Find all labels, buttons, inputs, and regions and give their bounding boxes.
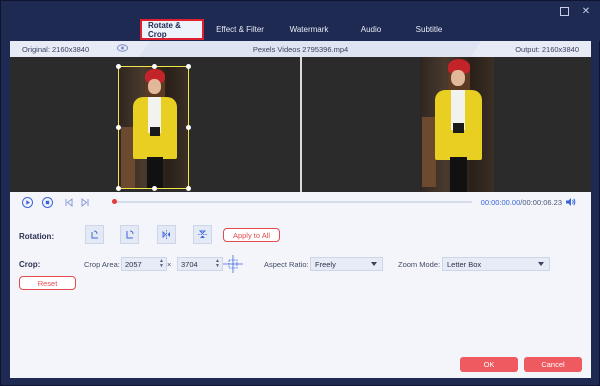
- tab-subtitle[interactable]: Subtitle: [400, 19, 458, 40]
- previous-frame-icon[interactable]: [64, 197, 74, 208]
- stop-icon[interactable]: [42, 197, 53, 208]
- playback-bar: 00:00:00.00/00:00:06.23: [10, 192, 591, 212]
- center-crop-icon[interactable]: [223, 255, 243, 273]
- crop-height-value: 3704: [181, 259, 198, 269]
- aspect-ratio-label: Aspect Ratio:: [264, 260, 309, 269]
- crop-label: Crop:: [19, 260, 41, 269]
- crop-width-input[interactable]: 2057 ▲ ▼: [121, 257, 167, 271]
- preview-area: [10, 57, 591, 192]
- info-bar: Original: 2160x3840 Pexels Videos 279539…: [10, 41, 591, 57]
- crop-frame[interactable]: [116, 64, 191, 191]
- tab-effect-filter[interactable]: Effect & Filter: [204, 19, 276, 40]
- flip-vertical-icon: [198, 230, 207, 238]
- zoom-mode-select[interactable]: Letter Box: [442, 257, 550, 271]
- aspect-ratio-select[interactable]: Freely: [310, 257, 383, 271]
- ok-button[interactable]: OK: [460, 357, 518, 372]
- height-spinner-icon[interactable]: ▲ ▼: [215, 259, 220, 269]
- crop-area-label: Crop Area:: [84, 260, 120, 269]
- flip-horizontal-button[interactable]: [157, 225, 176, 244]
- rotation-label: Rotation:: [19, 232, 55, 241]
- title-bar: Rotate & Crop Effect & Filter Watermark …: [1, 1, 600, 41]
- width-spinner-icon[interactable]: ▲ ▼: [159, 259, 164, 269]
- progress-track[interactable]: [112, 199, 472, 204]
- aspect-ratio-value: Freely: [315, 259, 336, 269]
- rotate-right-button[interactable]: [120, 225, 139, 244]
- apply-to-all-button[interactable]: Apply to All: [223, 228, 280, 242]
- file-name: Pexels Videos 2795396.mp4: [252, 45, 349, 54]
- rotate-left-icon: [91, 230, 98, 239]
- maximize-icon[interactable]: [560, 7, 569, 16]
- chevron-down-icon: [538, 262, 544, 266]
- flip-vertical-button[interactable]: [193, 225, 212, 244]
- original-preview[interactable]: [10, 57, 300, 192]
- tab-watermark[interactable]: Watermark: [276, 19, 342, 40]
- crop-handle[interactable]: [152, 64, 157, 69]
- close-icon[interactable]: ✕: [581, 7, 591, 17]
- volume-icon[interactable]: [565, 197, 576, 207]
- editor-window: Rotate & Crop Effect & Filter Watermark …: [0, 0, 600, 386]
- current-time: 00:00:00.00: [480, 198, 521, 207]
- tab-bar: Rotate & Crop Effect & Filter Watermark …: [140, 19, 458, 40]
- times-sign: ×: [167, 260, 172, 269]
- output-resolution: Output: 2160x3840: [515, 45, 579, 54]
- crop-handle[interactable]: [116, 125, 121, 130]
- crop-handle[interactable]: [186, 125, 191, 130]
- rotate-right-icon: [126, 230, 134, 239]
- next-frame-icon[interactable]: [80, 197, 90, 208]
- crop-handle[interactable]: [186, 64, 191, 69]
- main-panel: Original: 2160x3840 Pexels Videos 279539…: [10, 41, 591, 378]
- tab-rotate-crop[interactable]: Rotate & Crop: [140, 19, 204, 40]
- flip-horizontal-icon: [162, 230, 170, 239]
- output-video-frame: [420, 57, 494, 192]
- output-preview: [302, 57, 591, 192]
- crop-handle[interactable]: [116, 64, 121, 69]
- crop-handle[interactable]: [186, 186, 191, 191]
- window-controls: ✕: [560, 7, 591, 17]
- crop-width-value: 2057: [125, 259, 142, 269]
- zoom-mode-label: Zoom Mode:: [398, 260, 441, 269]
- play-icon[interactable]: [22, 197, 33, 208]
- crop-handle[interactable]: [116, 186, 121, 191]
- time-display: 00:00:00.00/00:00:06.23: [481, 198, 562, 207]
- rotate-left-button[interactable]: [85, 225, 104, 244]
- crop-handle[interactable]: [152, 186, 157, 191]
- zoom-mode-value: Letter Box: [447, 259, 482, 269]
- reset-button[interactable]: Reset: [19, 276, 76, 290]
- crop-height-input[interactable]: 3704 ▲ ▼: [177, 257, 223, 271]
- total-time: /00:00:06.23: [520, 198, 562, 207]
- tab-audio[interactable]: Audio: [342, 19, 400, 40]
- chevron-down-icon: [371, 262, 377, 266]
- cancel-button[interactable]: Cancel: [524, 357, 582, 372]
- progress-handle[interactable]: [112, 199, 117, 204]
